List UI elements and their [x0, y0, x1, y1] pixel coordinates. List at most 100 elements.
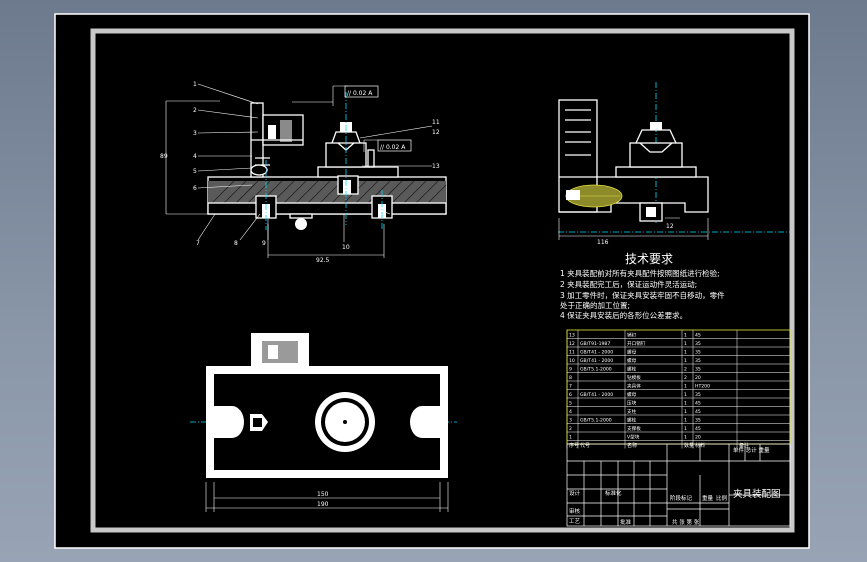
svg-text:11: 11	[432, 119, 440, 126]
bom-cell-mat: 35	[695, 358, 701, 364]
svg-text:1 夹具装配前对所有夹具配件按照图纸进行检验;: 1 夹具装配前对所有夹具配件按照图纸进行检验;	[560, 268, 720, 278]
bom-cell-name: 夹具体	[627, 383, 641, 390]
svg-text:7: 7	[196, 240, 200, 247]
bom-cell-qty: 1	[684, 401, 687, 407]
tech-requirements-heading: 技术要求	[625, 252, 673, 266]
bom-cell-qty: 1	[684, 358, 687, 364]
bom-cell-mat: 45	[695, 333, 701, 339]
tolerance-text-2: // 0.02 A	[380, 144, 406, 151]
bom-cell-name: 钻模板	[627, 374, 641, 381]
side-dim-height: 12	[666, 223, 674, 230]
svg-text:比例: 比例	[716, 494, 728, 502]
svg-text:共 张 第 张: 共 张 第 张	[672, 518, 700, 526]
bom-cell-mat: 20	[695, 375, 701, 381]
bom-cell-qty: 1	[684, 341, 687, 347]
bom-cell-mat: 35	[695, 367, 701, 373]
svg-text:8: 8	[234, 240, 238, 247]
bom-cell-qty: 1	[684, 418, 687, 424]
cad-drawing-canvas: // 0.02 A // 0.02 A 1 2 3 4 5 6 7 8 9 10…	[54, 13, 810, 549]
bom-cell-qty: 1	[684, 384, 687, 390]
bom-cell-qty: 1	[684, 333, 687, 339]
bom-cell-name: 螺栓	[627, 417, 637, 424]
bom-cell-name: 螺母	[627, 349, 637, 356]
bom-cell-mat: 45	[695, 426, 701, 432]
bom-cell-code: GB/T41 - 2000	[580, 392, 613, 398]
bom-cell-qty: 2	[684, 367, 687, 373]
bom-cell-no: 11	[569, 350, 575, 356]
svg-text:批准: 批准	[620, 518, 632, 526]
svg-text:工艺: 工艺	[569, 518, 581, 525]
drawing-title: 夹具装配图	[733, 488, 781, 500]
svg-text:6: 6	[193, 185, 197, 192]
svg-text:1: 1	[193, 81, 197, 88]
bom-cell-no: 13	[569, 333, 575, 339]
bom-cell-no: 3	[569, 418, 572, 424]
bom-cell-qty: 1	[684, 409, 687, 415]
bom-cell-mat: 20	[695, 435, 701, 441]
bom-cell-mat: 35	[695, 350, 701, 356]
spring-nut	[250, 164, 268, 176]
bom-cell-no: 4	[569, 409, 572, 415]
bom-cell-name: 压块	[627, 400, 637, 407]
bom-cell-mat: 35	[695, 392, 701, 398]
bom-cell-qty: 1	[684, 426, 687, 432]
bom-cell-no: 2	[569, 426, 572, 432]
bom-header-cell: 名称	[627, 442, 637, 449]
svg-text:2: 2	[193, 107, 197, 114]
bom-cell-no: 6	[569, 392, 572, 398]
bom-cell-name: 支撑板	[627, 425, 641, 432]
bom-cell-no: 10	[569, 358, 575, 364]
top-dim-inner: 150	[317, 491, 329, 498]
bom-cell-code: GB/T5.1-2000	[580, 367, 612, 373]
bom-cell-qty: 2	[684, 375, 687, 381]
bom-cell-mat: 35	[695, 418, 701, 424]
svg-text:2 夹具装配完工后，保证运动件灵活运动;: 2 夹具装配完工后，保证运动件灵活运动;	[560, 279, 697, 289]
bom-cell-name: 支柱	[627, 408, 637, 415]
bom-cell-qty: 1	[684, 350, 687, 356]
svg-text:12: 12	[432, 129, 440, 136]
bom-cell-name: 螺母	[627, 357, 637, 364]
bom-cell-code: GB/T41 - 2000	[580, 350, 613, 356]
top-dim-outer: 190	[317, 501, 329, 508]
bom-cell-name: 销钉	[627, 332, 637, 339]
svg-text:92.5: 92.5	[316, 257, 330, 264]
bom-cell-qty: 1	[684, 392, 687, 398]
svg-text:阶段标记: 阶段标记	[670, 494, 693, 502]
svg-text:审核: 审核	[569, 507, 581, 515]
bom-cell-name: V型块	[627, 434, 640, 441]
bom-cell-qty: 1	[684, 435, 687, 441]
bom-cell-no: 1	[569, 435, 572, 441]
svg-text:重量: 重量	[702, 494, 714, 502]
bom-header-cell: 数量	[684, 442, 694, 449]
svg-text:3: 3	[193, 130, 197, 137]
svg-text:13: 13	[432, 163, 440, 170]
bom-cell-name: 开口销钉	[627, 340, 646, 347]
svg-text:9: 9	[262, 240, 266, 247]
svg-text:4: 4	[193, 153, 197, 160]
bom-cell-name: 螺栓	[627, 366, 637, 373]
svg-text:4 保证夹具安装后的各形位公差要求。: 4 保证夹具安装后的各形位公差要求。	[560, 310, 687, 320]
bom-cell-mat: 45	[695, 409, 701, 415]
bom-cell-mat: 35	[695, 341, 701, 347]
bom-cell-name: 螺母	[627, 391, 637, 398]
bom-cell-no: 7	[569, 384, 572, 390]
side-dim-width: 116	[597, 239, 609, 246]
svg-text:5: 5	[193, 168, 197, 175]
svg-text:89: 89	[160, 153, 168, 160]
tolerance-text-1: // 0.02 A	[347, 90, 373, 97]
svg-text:设计: 设计	[569, 489, 581, 497]
bom-cell-mat: 45	[695, 401, 701, 407]
bom-cell-no: 8	[569, 375, 572, 381]
bom-cell-mat: HT200	[695, 384, 710, 390]
svg-text:3 加工零件时，保证夹具安装牢固不自移动，零件: 3 加工零件时，保证夹具安装牢固不自移动，零件	[560, 290, 725, 300]
bom-header-cell: 序号	[569, 442, 579, 449]
svg-text:单件 总计 重量: 单件 总计 重量	[733, 446, 770, 454]
bom-cell-code: GB/T41 - 2000	[580, 358, 613, 364]
bom-cell-code: GB/T5.1-2000	[580, 418, 612, 424]
svg-text:标准化: 标准化	[605, 489, 622, 497]
bom-cell-no: 5	[569, 401, 572, 407]
bom-cell-code: GB/T91-1987	[580, 341, 610, 347]
bom-cell-no: 12	[569, 341, 575, 347]
svg-text:处于正确的加工位置;: 处于正确的加工位置;	[560, 300, 630, 310]
svg-text:10: 10	[342, 244, 350, 251]
